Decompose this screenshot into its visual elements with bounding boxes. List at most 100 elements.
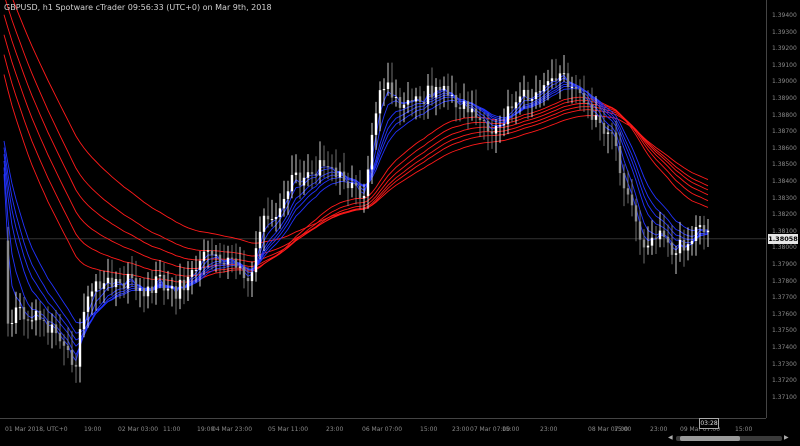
- chart-title: GBPUSD, h1 Spotware cTrader 09:56:33 (UT…: [4, 3, 272, 12]
- candle-body: [154, 276, 158, 293]
- candle-body: [58, 333, 62, 342]
- candle-body: [114, 279, 118, 288]
- candle-body: [238, 266, 242, 268]
- price-tick-label: 1.39400: [772, 12, 797, 19]
- scrollbar-thumb[interactable]: [680, 436, 740, 441]
- scroll-right-icon[interactable]: ▶: [784, 434, 789, 441]
- candle-body: [578, 88, 582, 93]
- candle-body: [654, 237, 658, 240]
- candle-body: [498, 125, 502, 127]
- candle-body: [402, 104, 406, 108]
- candle-body: [538, 91, 542, 93]
- candle-body: [382, 89, 386, 91]
- candle-body: [182, 279, 186, 291]
- candle-body: [350, 182, 354, 189]
- candle-body: [394, 97, 398, 99]
- candle-body: [602, 122, 606, 134]
- price-axis[interactable]: 1.39400 1.39300 1.39200 1.39100 1.39000 1.389…: [766, 0, 800, 418]
- candle-body: [378, 90, 382, 114]
- scroll-left-icon[interactable]: ◀: [668, 434, 673, 441]
- candle-body: [650, 237, 654, 246]
- candle-body: [626, 188, 630, 195]
- price-tick-label: 1.38200: [772, 211, 797, 219]
- moving-average-line: [3, 74, 709, 362]
- candle-body: [550, 78, 554, 82]
- moving-average-line: [3, 14, 709, 263]
- candle-body: [362, 195, 366, 199]
- candle-body: [590, 104, 594, 120]
- candle-body: [530, 99, 534, 101]
- candle-body: [294, 172, 298, 175]
- candle-body: [174, 286, 178, 299]
- time-tick-label: 23:00: [650, 426, 668, 433]
- candle-body: [646, 245, 650, 248]
- candle-body: [642, 239, 646, 248]
- candle-body: [706, 230, 710, 233]
- candle-body: [490, 131, 494, 134]
- time-tick-label: 15:00: [735, 426, 753, 433]
- time-tick-label: 11:00: [163, 426, 181, 433]
- price-tick-label: 1.38000: [772, 244, 797, 252]
- candle-body: [134, 278, 138, 291]
- candle-body: [250, 272, 254, 282]
- candle-body: [594, 115, 598, 120]
- candle-body: [674, 253, 678, 255]
- candle-body: [390, 82, 394, 98]
- candle-body: [74, 364, 78, 367]
- candle-body: [314, 173, 318, 176]
- candle-body: [190, 270, 194, 277]
- price-tick-label: 1.37200: [772, 377, 797, 385]
- time-axis[interactable]: 01 Mar 2018, UTC+0 19:00 02 Mar 03:00 11:00…: [0, 418, 766, 446]
- candle-body: [202, 251, 206, 261]
- candle-body: [526, 89, 530, 101]
- candle-body: [518, 96, 522, 103]
- horizontal-scrollbar[interactable]: [676, 436, 782, 441]
- candle-body: [6, 240, 10, 324]
- candle-body: [414, 96, 418, 102]
- candle-body: [374, 113, 378, 135]
- candle-body: [582, 92, 586, 103]
- candle-body: [210, 250, 214, 256]
- candle-body: [618, 145, 622, 174]
- candle-body: [358, 185, 362, 199]
- candle-body: [410, 100, 414, 102]
- price-tick-label: 1.37300: [772, 360, 797, 368]
- candle-body: [110, 277, 114, 288]
- bar-countdown: 03:28: [699, 418, 719, 429]
- price-tick-label: 1.38600: [772, 144, 797, 152]
- candle-body: [566, 73, 570, 88]
- candle-body: [30, 320, 34, 322]
- time-tick-label: 02 Mar 03:00: [118, 426, 159, 433]
- time-tick-label: 15:00: [614, 426, 632, 433]
- current-price-label: 1.38058: [768, 233, 798, 244]
- candle-body: [614, 132, 618, 146]
- price-tick-label: 1.37800: [772, 277, 797, 285]
- candle-body: [126, 273, 130, 289]
- time-tick-label: 05 Mar 11:00: [268, 426, 309, 433]
- candle-body: [598, 115, 602, 123]
- candle-body: [198, 260, 202, 270]
- candle-body: [146, 286, 150, 297]
- candle-body: [558, 73, 562, 81]
- candle-body: [418, 96, 422, 102]
- chart-area[interactable]: GBPUSD, h1 Spotware cTrader 09:56:33 (UT…: [0, 0, 766, 418]
- candle-body: [290, 174, 294, 192]
- candle-body: [338, 171, 342, 178]
- candle-body: [690, 240, 694, 245]
- time-tick-label: 15:00: [502, 426, 520, 433]
- candle-body: [18, 307, 22, 309]
- price-tick-label: 1.39200: [772, 45, 797, 53]
- candle-body: [462, 101, 466, 109]
- candle-body: [398, 97, 402, 108]
- candle-body: [282, 198, 286, 209]
- candle-body: [662, 230, 666, 237]
- time-tick-label: 01 Mar 2018, UTC+0: [5, 426, 68, 433]
- price-tick-label: 1.37400: [772, 344, 797, 351]
- candle-body: [158, 274, 162, 277]
- candle-body: [258, 231, 262, 249]
- candle-body: [270, 219, 274, 221]
- candle-body: [406, 100, 410, 105]
- time-tick-label: 23:00: [540, 426, 558, 433]
- candle-body: [334, 167, 338, 178]
- price-chart[interactable]: [0, 0, 766, 418]
